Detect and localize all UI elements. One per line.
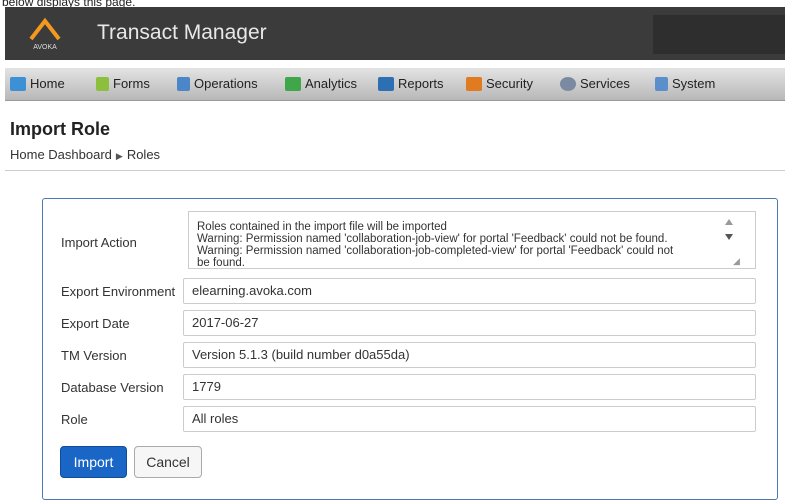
- reports-icon: [378, 77, 394, 91]
- export-date-label: Export Date: [61, 316, 130, 331]
- scroll-down-icon[interactable]: [725, 234, 733, 240]
- analytics-icon: [285, 77, 301, 91]
- breadcrumb: Home Dashboard ▶ Roles: [10, 147, 160, 162]
- header-user-area: [653, 15, 785, 54]
- breadcrumb-home[interactable]: Home Dashboard: [10, 147, 112, 162]
- resize-grip-icon[interactable]: ◢: [733, 257, 740, 266]
- import-button[interactable]: Import: [60, 446, 127, 478]
- scroll-up-icon[interactable]: [725, 219, 733, 225]
- database-version-field[interactable]: 1779: [183, 374, 756, 400]
- nav-label: System: [672, 76, 716, 91]
- nav-services[interactable]: Services: [560, 68, 630, 100]
- nav-reports[interactable]: Reports: [378, 68, 444, 100]
- nav-label: Services: [580, 76, 630, 91]
- app-header: AVOKA Transact Manager: [5, 7, 785, 60]
- import-action-line: Roles contained in the import file will …: [197, 221, 447, 233]
- nav-label: Analytics: [305, 76, 358, 91]
- nav-label: Operations: [194, 76, 258, 91]
- nav-system[interactable]: System: [655, 68, 715, 100]
- import-action-line: Warning: Permission named 'collaboration…: [197, 233, 668, 245]
- nav-label: Reports: [398, 76, 444, 91]
- export-environment-field[interactable]: elearning.avoka.com: [183, 278, 756, 304]
- nav-label: Home: [30, 76, 65, 91]
- breadcrumb-roles[interactable]: Roles: [127, 147, 160, 162]
- nav-analytics[interactable]: Analytics: [285, 68, 357, 100]
- header-divider: [5, 170, 785, 171]
- export-date-field[interactable]: 2017-06-27: [183, 310, 756, 336]
- import-action-label: Import Action: [61, 235, 137, 250]
- nav-label: Security: [486, 76, 533, 91]
- nav-operations[interactable]: Operations: [177, 68, 258, 100]
- database-version-label: Database Version: [61, 380, 164, 395]
- nav-label: Forms: [113, 76, 150, 91]
- nav-forms[interactable]: Forms: [96, 68, 150, 100]
- role-label: Role: [61, 412, 88, 427]
- tm-version-label: TM Version: [61, 348, 127, 363]
- cancel-button[interactable]: Cancel: [134, 446, 202, 478]
- page-title: Import Role: [10, 119, 111, 139]
- nav-home[interactable]: Home: [10, 68, 65, 100]
- app-title: Transact Manager: [97, 21, 267, 44]
- security-icon: [466, 77, 482, 91]
- forms-icon: [96, 77, 109, 91]
- main-nav: Home Forms Operations Analytics Reports …: [5, 68, 785, 101]
- breadcrumb-arrow-icon: ▶: [115, 151, 123, 161]
- import-action-line: be found.: [197, 257, 245, 269]
- services-icon: [560, 77, 576, 91]
- export-environment-label: Export Environment: [61, 284, 176, 299]
- svg-text:AVOKA: AVOKA: [33, 44, 57, 51]
- tm-version-field[interactable]: Version 5.1.3 (build number d0a55da): [183, 342, 756, 368]
- home-icon: [10, 77, 26, 91]
- system-icon: [655, 77, 668, 91]
- role-field[interactable]: All roles: [183, 406, 756, 432]
- import-action-line: Warning: Permission named 'collaboration…: [197, 245, 674, 257]
- import-action-textarea[interactable]: Roles contained in the import file will …: [188, 211, 756, 269]
- avoka-logo[interactable]: AVOKA: [27, 17, 63, 51]
- operations-icon: [177, 77, 190, 91]
- nav-security[interactable]: Security: [466, 68, 533, 100]
